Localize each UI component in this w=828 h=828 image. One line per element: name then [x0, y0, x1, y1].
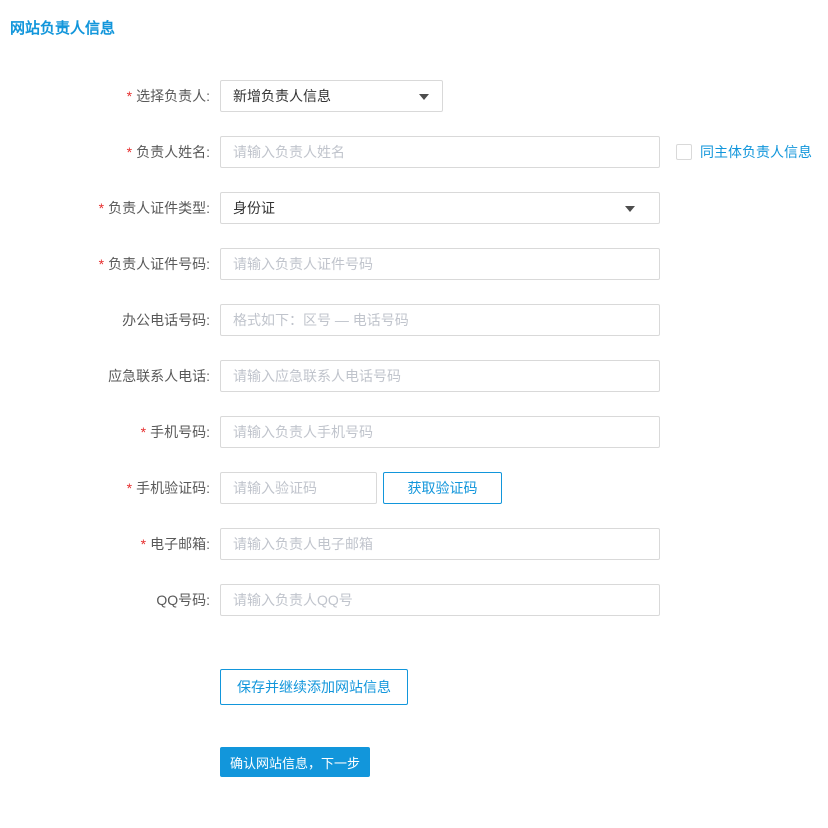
save-and-continue-button[interactable]: 保存并继续添加网站信息: [220, 669, 408, 705]
person-name-input[interactable]: [220, 136, 660, 168]
sms-code-input[interactable]: [220, 472, 377, 504]
emergency-phone-input[interactable]: [220, 360, 660, 392]
field-label: *负责人证件号码:: [0, 248, 210, 280]
office-phone-input[interactable]: [220, 304, 660, 336]
required-asterisk: *: [127, 144, 132, 160]
field-control: [220, 416, 660, 448]
field-control: [220, 360, 660, 392]
chevron-down-icon: [419, 94, 429, 100]
responsible-person-form: *选择负责人: 新增负责人信息 *负责人姓名: 同主体负责人信息 *负责人证件类…: [0, 80, 828, 616]
field-label-text: QQ号码:: [156, 592, 210, 608]
field-label: QQ号码:: [0, 584, 210, 616]
field-label: *负责人姓名:: [0, 136, 210, 168]
form-row-email: *电子邮箱:: [0, 528, 828, 560]
required-asterisk: *: [99, 200, 104, 216]
get-sms-code-button[interactable]: 获取验证码: [383, 472, 502, 504]
form-row-select-person: *选择负责人: 新增负责人信息: [0, 80, 828, 112]
field-label: 应急联系人电话:: [0, 360, 210, 392]
required-asterisk: *: [127, 480, 132, 496]
field-label: 办公电话号码:: [0, 304, 210, 336]
required-asterisk: *: [141, 536, 146, 552]
field-control: 同主体负责人信息: [220, 136, 812, 168]
field-label-text: 选择负责人:: [136, 88, 210, 104]
select-id-type[interactable]: 身份证: [220, 192, 660, 224]
field-label: *选择负责人:: [0, 80, 210, 112]
field-label-text: 负责人证件类型:: [108, 200, 210, 216]
field-control: [220, 248, 660, 280]
same-subject-checkbox[interactable]: [676, 144, 692, 160]
page-title: 网站负责人信息: [10, 20, 828, 38]
qq-input[interactable]: [220, 584, 660, 616]
id-number-input[interactable]: [220, 248, 660, 280]
field-label-text: 负责人证件号码:: [108, 256, 210, 272]
required-asterisk: *: [99, 256, 104, 272]
same-subject-checkbox-label[interactable]: 同主体负责人信息: [700, 142, 812, 162]
field-label-text: 负责人姓名:: [136, 144, 210, 160]
field-control: 新增负责人信息: [220, 80, 443, 112]
field-control: [220, 528, 660, 560]
form-row-mobile: *手机号码:: [0, 416, 828, 448]
field-control: [220, 304, 660, 336]
field-label-text: 手机验证码:: [136, 480, 210, 496]
field-label: *电子邮箱:: [0, 528, 210, 560]
form-row-sms-code: *手机验证码: 获取验证码: [0, 472, 828, 504]
chevron-down-icon: [625, 206, 635, 212]
field-control: [220, 584, 660, 616]
form-row-id-type: *负责人证件类型: 身份证: [0, 192, 828, 224]
field-label: *手机验证码:: [0, 472, 210, 504]
field-label-text: 办公电话号码:: [122, 312, 210, 328]
select-value: 新增负责人信息: [233, 86, 331, 106]
form-row-office-phone: 办公电话号码:: [0, 304, 828, 336]
field-label: *负责人证件类型:: [0, 192, 210, 224]
mobile-input[interactable]: [220, 416, 660, 448]
select-responsible-person[interactable]: 新增负责人信息: [220, 80, 443, 112]
form-row-emergency-phone: 应急联系人电话:: [0, 360, 828, 392]
form-row-person-name: *负责人姓名: 同主体负责人信息: [0, 136, 828, 168]
field-label-text: 手机号码:: [150, 424, 210, 440]
field-control: 获取验证码: [220, 472, 502, 504]
email-input[interactable]: [220, 528, 660, 560]
required-asterisk: *: [127, 88, 132, 104]
field-control: 身份证: [220, 192, 660, 224]
field-label-text: 应急联系人电话:: [108, 368, 210, 384]
select-value: 身份证: [233, 198, 275, 218]
action-buttons: 保存并继续添加网站信息 确认网站信息，下一步: [220, 669, 828, 777]
form-row-qq: QQ号码:: [0, 584, 828, 616]
required-asterisk: *: [141, 424, 146, 440]
field-label: *手机号码:: [0, 416, 210, 448]
field-label-text: 电子邮箱:: [150, 536, 210, 552]
form-row-id-number: *负责人证件号码:: [0, 248, 828, 280]
confirm-next-button[interactable]: 确认网站信息，下一步: [220, 747, 370, 777]
